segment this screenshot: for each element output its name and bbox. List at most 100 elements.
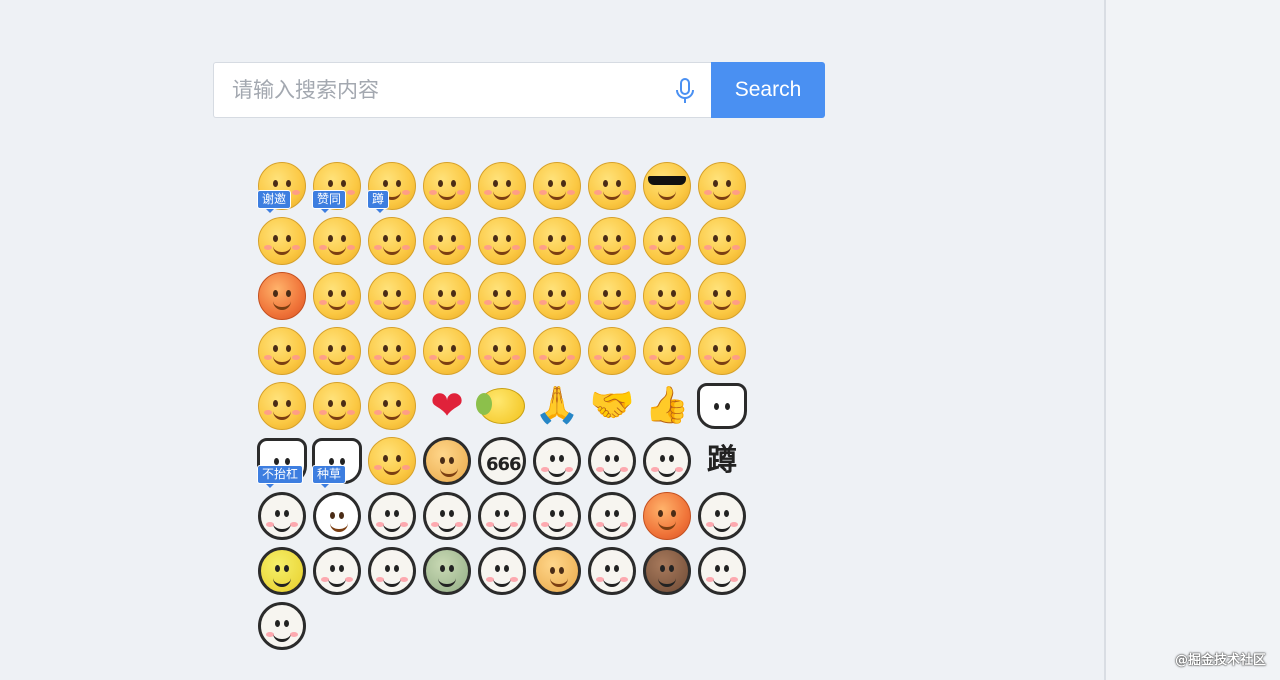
emoji-unamused-icon[interactable] bbox=[420, 268, 474, 323]
lemon-icon[interactable] bbox=[475, 378, 529, 433]
emoji-facepalm-icon[interactable] bbox=[310, 213, 364, 268]
emoji-squat-char-icon[interactable]: 蹲 bbox=[695, 433, 749, 488]
emoji-cold-sweat-icon[interactable] bbox=[640, 268, 694, 323]
emoji-rofl-icon[interactable] bbox=[420, 213, 474, 268]
face-shape bbox=[258, 601, 306, 650]
emoji-teary-icon[interactable] bbox=[475, 488, 529, 543]
emoji-meh-icon[interactable] bbox=[365, 323, 419, 378]
blush bbox=[732, 244, 740, 250]
emoji-pleading-icon[interactable] bbox=[365, 268, 419, 323]
blush bbox=[264, 409, 272, 415]
microphone-icon[interactable] bbox=[673, 78, 697, 104]
emoji-excited-icon[interactable] bbox=[585, 213, 639, 268]
emoji-blank-stare-icon[interactable] bbox=[255, 598, 309, 653]
emoji-cheer-icon[interactable] bbox=[365, 488, 419, 543]
blush bbox=[374, 409, 382, 415]
eye bbox=[493, 234, 498, 242]
emoji-thinking-icon[interactable] bbox=[585, 158, 639, 213]
eye bbox=[658, 234, 663, 242]
blush bbox=[429, 244, 437, 250]
emoji-sparkle-eyes-icon[interactable] bbox=[475, 543, 529, 598]
emoji-love-heart-icon[interactable] bbox=[365, 433, 419, 488]
emoji-side-eye-icon[interactable] bbox=[310, 543, 364, 598]
emoji-bangs-icon[interactable] bbox=[420, 488, 474, 543]
emoji-stare-icon[interactable] bbox=[475, 268, 529, 323]
blush bbox=[290, 631, 298, 637]
emoji-laugh-icon[interactable] bbox=[695, 323, 749, 378]
emoji-furious-icon[interactable] bbox=[640, 488, 694, 543]
emoji-shiba-icon[interactable] bbox=[530, 543, 584, 598]
blush bbox=[732, 354, 740, 360]
emoji-smug-icon[interactable] bbox=[585, 488, 639, 543]
emoji-thanks-icon[interactable]: 谢邀 bbox=[255, 158, 309, 213]
emoji-cool-sunglasses-icon[interactable] bbox=[640, 158, 694, 213]
search-bar: Search bbox=[213, 62, 825, 118]
emoji-dizzy-glasses-icon[interactable] bbox=[530, 433, 584, 488]
handshake-icon[interactable]: 🤝 bbox=[585, 378, 639, 433]
emoji-squint-icon[interactable] bbox=[530, 488, 584, 543]
emoji-sparkle-thumb-icon[interactable] bbox=[585, 543, 639, 598]
blush bbox=[732, 189, 740, 195]
doge-icon[interactable] bbox=[420, 433, 474, 488]
face-shape bbox=[533, 546, 581, 595]
panda-cat-icon[interactable] bbox=[695, 378, 749, 433]
blush bbox=[319, 244, 327, 250]
thumbs-up-icon[interactable]: 👍 bbox=[640, 378, 694, 433]
pray-icon[interactable]: 🙏 bbox=[530, 378, 584, 433]
emoji-grin-icon[interactable] bbox=[695, 158, 749, 213]
blush bbox=[594, 354, 602, 360]
emoji-nosebleed-icon[interactable] bbox=[420, 543, 474, 598]
emoji-smile-icon[interactable] bbox=[255, 213, 309, 268]
emoji-sick-icon[interactable] bbox=[255, 543, 309, 598]
emoji-sweat-cry-icon[interactable] bbox=[640, 213, 694, 268]
emoji-giggle-icon[interactable] bbox=[365, 213, 419, 268]
emoji-wry-icon[interactable] bbox=[695, 488, 749, 543]
emoji-666-icon[interactable]: 666 bbox=[475, 433, 529, 488]
blush bbox=[374, 354, 382, 360]
search-button[interactable]: Search bbox=[711, 62, 825, 118]
blush bbox=[347, 299, 355, 305]
eye bbox=[383, 179, 388, 187]
emoji-mask-icon[interactable] bbox=[640, 323, 694, 378]
emoji-angry-icon[interactable] bbox=[255, 268, 309, 323]
emoji-look-up-icon[interactable] bbox=[365, 378, 419, 433]
emoji-relieved-icon[interactable] bbox=[530, 323, 584, 378]
emoji-victory-icon[interactable] bbox=[475, 213, 529, 268]
emoji-eye-roll-icon[interactable] bbox=[255, 378, 309, 433]
blush bbox=[266, 521, 274, 527]
emoji-old-man-icon[interactable] bbox=[365, 543, 419, 598]
emoji-tan-face-icon[interactable] bbox=[640, 543, 694, 598]
emoji-confused-icon[interactable] bbox=[530, 158, 584, 213]
emoji-watermelon-icon[interactable] bbox=[310, 323, 364, 378]
emoji-shy-icon[interactable] bbox=[475, 158, 529, 213]
emoji-dizzy-icon[interactable] bbox=[695, 543, 749, 598]
heart-icon[interactable]: ❤ bbox=[420, 378, 474, 433]
eye bbox=[495, 564, 500, 572]
emoji-joy-icon[interactable] bbox=[310, 378, 364, 433]
emoji-blush-hands-icon[interactable] bbox=[695, 268, 749, 323]
husky-icon[interactable] bbox=[310, 488, 364, 543]
search-input[interactable] bbox=[214, 63, 662, 117]
cat-no-argue-icon[interactable]: 不抬杠 bbox=[255, 433, 309, 488]
emoji-awkward-icon[interactable] bbox=[255, 323, 309, 378]
emoji-skeptical-icon[interactable] bbox=[475, 323, 529, 378]
emoji-sad-icon[interactable] bbox=[420, 323, 474, 378]
emoji-starstruck-icon[interactable] bbox=[530, 213, 584, 268]
mouth bbox=[548, 188, 566, 200]
emoji-lips-icon[interactable] bbox=[255, 488, 309, 543]
cat-grass-icon[interactable]: 种草 bbox=[310, 433, 364, 488]
mouth bbox=[713, 243, 731, 255]
emoji-kiss-wink-icon[interactable] bbox=[420, 158, 474, 213]
watermark: @掘金技术社区 bbox=[1174, 653, 1266, 668]
emoji-scream-icon[interactable] bbox=[310, 268, 364, 323]
emoji-shush-icon[interactable] bbox=[585, 268, 639, 323]
emoji-tongue-icon[interactable] bbox=[585, 433, 639, 488]
emoji-smirk-icon[interactable] bbox=[530, 268, 584, 323]
blush bbox=[730, 521, 738, 527]
emoji-diving-mask-icon[interactable] bbox=[585, 323, 639, 378]
emoji-squat-icon[interactable]: 蹲 bbox=[365, 158, 419, 213]
emoji-injured-icon[interactable] bbox=[640, 433, 694, 488]
emoji-sob-icon[interactable] bbox=[695, 213, 749, 268]
eye bbox=[451, 289, 456, 297]
emoji-agree-icon[interactable]: 赞同 bbox=[310, 158, 364, 213]
